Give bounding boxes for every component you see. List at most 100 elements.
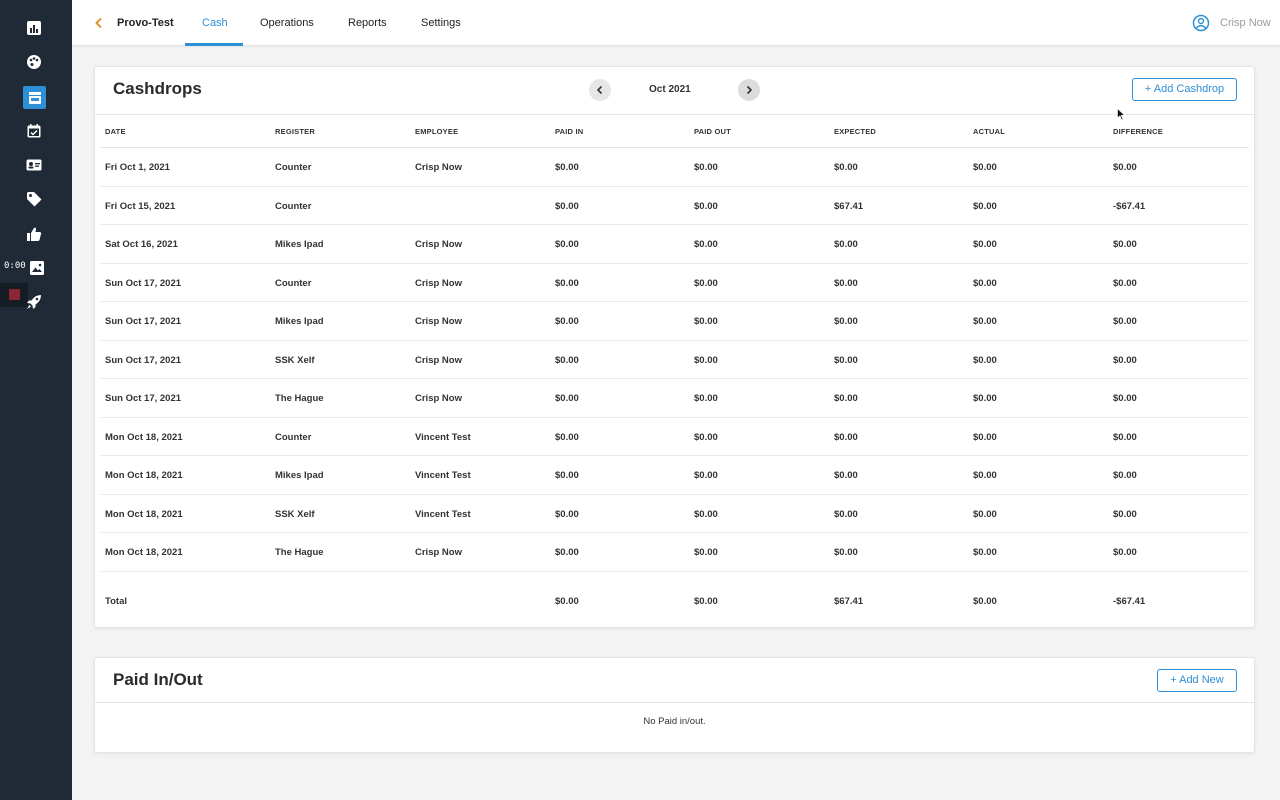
cell-difference: $0.00 <box>1113 354 1137 366</box>
cell-difference: $0.00 <box>1113 316 1137 327</box>
back-chevron-icon[interactable] <box>92 15 106 31</box>
thumbs-up-icon[interactable] <box>24 224 44 244</box>
cell-date: Sat Oct 16, 2021 <box>105 239 178 250</box>
cell-paid-in: $0.00 <box>555 431 579 443</box>
cell-expected: $0.00 <box>834 316 858 327</box>
cell-employee: Crisp Now <box>415 354 462 366</box>
table-total-row: Total $0.00 $0.00 $67.41 $0.00 -$67.41 <box>101 572 1249 630</box>
cell-paid-out: $0.00 <box>694 162 718 173</box>
cell-actual: $0.00 <box>973 431 997 443</box>
table-row[interactable]: Mon Oct 18, 2021 The Hague Crisp Now $0.00 $… <box>101 533 1249 572</box>
cell-paid-in: $0.00 <box>555 393 579 404</box>
cell-register: Counter <box>275 200 312 212</box>
cell-register: SSK Xelf <box>275 354 315 366</box>
cell-paid-out: $0.00 <box>694 239 718 250</box>
previous-month-button[interactable] <box>589 79 611 101</box>
cell-employee: Crisp Now <box>415 547 462 558</box>
cell-paid-in: $0.00 <box>555 470 579 481</box>
cell-difference: $0.00 <box>1113 431 1137 443</box>
user-name[interactable]: Crisp Now <box>1220 0 1271 46</box>
add-cashdrop-button[interactable]: + Add Cashdrop <box>1132 78 1237 101</box>
table-row[interactable]: Sun Oct 17, 2021 SSK Xelf Crisp Now $0.00 $0… <box>101 341 1249 379</box>
cashdrops-title: Cashdrops <box>113 79 202 98</box>
tag-icon[interactable] <box>24 189 44 209</box>
cell-paid-in: $0.00 <box>555 277 579 289</box>
table-row[interactable]: Sun Oct 17, 2021 The Hague Crisp Now $0.00 $… <box>101 379 1249 418</box>
cell-difference: $0.00 <box>1113 393 1137 404</box>
table-row[interactable]: Sat Oct 16, 2021 Mikes Ipad Crisp Now $0.00… <box>101 225 1249 264</box>
cell-paid-out: $0.00 <box>694 316 718 327</box>
cell-paid-out: $0.00 <box>694 547 718 558</box>
cell-actual: $0.00 <box>973 162 997 173</box>
cell-employee: Crisp Now <box>415 393 462 404</box>
chevron-left-icon <box>596 85 603 95</box>
cell-expected: $0.00 <box>834 393 858 404</box>
store-icon[interactable] <box>23 86 46 109</box>
table-row[interactable]: Mon Oct 18, 2021 Mikes Ipad Vincent Test $0… <box>101 456 1249 495</box>
cell-register: Counter <box>275 431 312 443</box>
tab-operations[interactable]: Operations <box>260 0 314 46</box>
cell-employee: Crisp Now <box>415 239 462 250</box>
cell-employee: Vincent Test <box>415 470 471 481</box>
cell-paid-in: $0.00 <box>555 547 579 558</box>
contact-card-icon[interactable] <box>24 155 44 175</box>
table-row[interactable]: Fri Oct 1, 2021 Counter Crisp Now $0.00 $0.0… <box>101 148 1249 187</box>
cell-paid-in: $0.00 <box>555 239 579 250</box>
calendar-check-icon[interactable] <box>24 121 44 141</box>
cell-register: Mikes Ipad <box>275 316 324 327</box>
cell-date: Mon Oct 18, 2021 <box>105 470 183 481</box>
cell-expected: $0.00 <box>834 239 858 250</box>
month-label: Oct 2021 <box>649 84 691 95</box>
column-header-register[interactable]: REGISTER <box>275 127 315 136</box>
column-header-employee[interactable]: EMPLOYEE <box>415 127 458 136</box>
column-header-date[interactable]: DATE <box>105 127 126 136</box>
table-row[interactable]: Mon Oct 18, 2021 Counter Vincent Test $0.00… <box>101 418 1249 456</box>
column-header-actual[interactable]: ACTUAL <box>973 127 1005 136</box>
cell-employee: Vincent Test <box>415 508 471 520</box>
table-row[interactable]: Mon Oct 18, 2021 SSK Xelf Vincent Test $0.0… <box>101 495 1249 533</box>
column-header-difference[interactable]: DIFFERENCE <box>1113 127 1163 136</box>
bar-chart-icon[interactable] <box>24 18 44 38</box>
cell-paid-out: $0.00 <box>694 277 718 289</box>
cell-paid-in: $0.00 <box>555 316 579 327</box>
cell-paid-out: $0.00 <box>694 508 718 520</box>
tab-settings[interactable]: Settings <box>421 0 461 46</box>
mouse-cursor-icon <box>1117 108 1125 121</box>
cell-date: Sun Oct 17, 2021 <box>105 316 182 327</box>
user-account-icon[interactable] <box>1192 14 1210 32</box>
table-row[interactable]: Fri Oct 15, 2021 Counter $0.00 $0.00 $67.41 $… <box>101 187 1249 225</box>
total-expected: $67.41 <box>834 595 864 607</box>
rocket-icon[interactable] <box>24 292 44 312</box>
cell-expected: $0.00 <box>834 354 858 366</box>
cell-actual: $0.00 <box>973 354 997 366</box>
column-header-paid-in[interactable]: PAID IN <box>555 127 583 136</box>
cell-actual: $0.00 <box>973 393 997 404</box>
cell-employee: Crisp Now <box>415 316 462 327</box>
active-tab-indicator <box>185 43 243 46</box>
cell-date: Fri Oct 1, 2021 <box>105 162 170 173</box>
image-icon[interactable] <box>27 258 47 278</box>
table-header: DATE REGISTER EMPLOYEE PAID IN PAID OUT … <box>101 115 1249 148</box>
column-header-expected[interactable]: EXPECTED <box>834 127 876 136</box>
tab-reports[interactable]: Reports <box>348 0 387 46</box>
total-difference: -$67.41 <box>1113 595 1146 607</box>
paid-in-out-card: Paid In/Out + Add New No Paid in/out. <box>94 657 1255 753</box>
table-row[interactable]: Sun Oct 17, 2021 Mikes Ipad Crisp Now $0.00… <box>101 302 1249 341</box>
cell-expected: $0.00 <box>834 277 858 289</box>
total-paid-out: $0.00 <box>694 595 718 607</box>
empty-state-message: No Paid in/out. <box>643 716 706 727</box>
cell-difference: -$67.41 <box>1113 200 1146 212</box>
next-month-button[interactable] <box>738 79 760 101</box>
cell-employee: Crisp Now <box>415 277 462 289</box>
table-row[interactable]: Sun Oct 17, 2021 Counter Crisp Now $0.00 $0.… <box>101 264 1249 302</box>
location-name[interactable]: Provo-Test <box>117 0 174 46</box>
palette-icon[interactable] <box>24 52 44 72</box>
add-new-paid-button[interactable]: + Add New <box>1157 669 1237 692</box>
cashdrops-table: DATE REGISTER EMPLOYEE PAID IN PAID OUT … <box>101 115 1249 630</box>
cell-difference: $0.00 <box>1113 470 1137 481</box>
cell-paid-out: $0.00 <box>694 470 718 481</box>
tab-cash[interactable]: Cash <box>202 0 228 46</box>
column-header-paid-out[interactable]: PAID OUT <box>694 127 731 136</box>
cell-date: Sun Oct 17, 2021 <box>105 277 182 289</box>
cell-actual: $0.00 <box>973 239 997 250</box>
